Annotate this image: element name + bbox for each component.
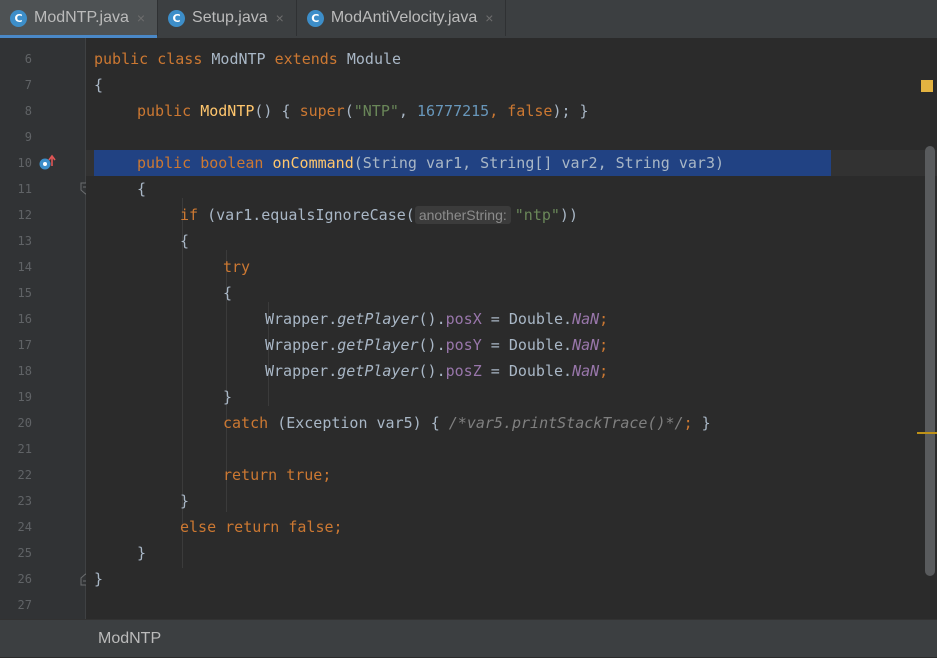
line-number: 22 (17, 468, 32, 482)
parameter-hint: anotherString: (414, 206, 511, 224)
code-line-11: { (137, 180, 147, 198)
code-line-13: { (180, 232, 190, 250)
close-icon[interactable]: × (485, 10, 493, 26)
line-number: 14 (17, 260, 32, 274)
line-number: 18 (17, 364, 32, 378)
line-number: 15 (17, 286, 32, 300)
line-number: 21 (17, 442, 32, 456)
code-line-6: public class ModNTP extends Module (94, 50, 402, 68)
line-number: 12 (17, 208, 32, 222)
override-method-icon[interactable] (38, 154, 58, 172)
class-icon: C (306, 9, 324, 27)
code-line-19: } (223, 388, 233, 406)
line-number: 27 (17, 598, 32, 612)
code-editor[interactable]: public class ModNTP extends Module { pub… (86, 38, 937, 619)
line-number: 9 (24, 130, 32, 144)
code-line-17: Wrapper.getPlayer().posY = Double.NaN; (265, 336, 609, 354)
line-number: 6 (24, 52, 32, 66)
class-icon: C (168, 9, 186, 27)
code-line-8: public ModNTP() { super("NTP", 16777215,… (137, 102, 589, 120)
analysis-status-marker[interactable] (921, 80, 933, 92)
line-number: 16 (17, 312, 32, 326)
code-line-7: { (94, 76, 104, 94)
line-number: 10 (17, 156, 32, 170)
line-number: 20 (17, 416, 32, 430)
breadcrumb: ModNTP (0, 619, 937, 657)
code-line-16: Wrapper.getPlayer().posX = Double.NaN; (265, 310, 609, 328)
tab-label: ModAntiVelocity.java (330, 9, 478, 26)
line-number: 8 (24, 104, 32, 118)
breadcrumb-item[interactable]: ModNTP (98, 630, 161, 647)
code-line-22: return true; (223, 466, 332, 484)
line-number: 17 (17, 338, 32, 352)
code-line-10: public boolean onCommand(String var1, St… (137, 154, 725, 172)
class-icon: C (10, 9, 27, 27)
editor-tab-bar: C ModNTP.java × C Setup.java × C ModAnti… (0, 0, 937, 39)
line-number: 19 (17, 390, 32, 404)
line-number: 13 (17, 234, 32, 248)
line-number: 23 (17, 494, 32, 508)
tab-label: Setup.java (192, 9, 268, 26)
line-number: 24 (17, 520, 32, 534)
warning-stripe-marker[interactable] (917, 432, 937, 434)
code-line-25: } (137, 544, 147, 562)
line-number: 7 (24, 78, 32, 92)
tab-modantivelocity-java[interactable]: C ModAntiVelocity.java × (297, 0, 507, 36)
code-line-24: else return false; (180, 518, 343, 536)
code-line-20: catch (Exception var5) { /*var5.printSta… (223, 414, 711, 432)
line-number: 25 (17, 546, 32, 560)
line-number: 11 (17, 182, 32, 196)
code-line-18: Wrapper.getPlayer().posZ = Double.NaN; (265, 362, 609, 380)
line-number-gutter[interactable]: 6 7 8 9 10 11 12 13 14 15 16 17 18 19 20… (0, 38, 91, 619)
line-number: 26 (17, 572, 32, 586)
code-line-23: } (180, 492, 190, 510)
tab-label: ModNTP.java (34, 9, 129, 26)
tab-setup-java[interactable]: C Setup.java × (158, 0, 297, 36)
tab-modntp-java[interactable]: C ModNTP.java × (0, 0, 159, 38)
code-line-15: { (223, 284, 233, 302)
close-icon[interactable]: × (137, 10, 145, 26)
code-line-26: } (94, 570, 104, 588)
code-line-14: try (223, 258, 251, 276)
vertical-scrollbar[interactable] (925, 146, 935, 576)
code-line-12: if (var1.equalsIgnoreCase(anotherString:… (180, 206, 578, 224)
close-icon[interactable]: × (276, 10, 284, 26)
